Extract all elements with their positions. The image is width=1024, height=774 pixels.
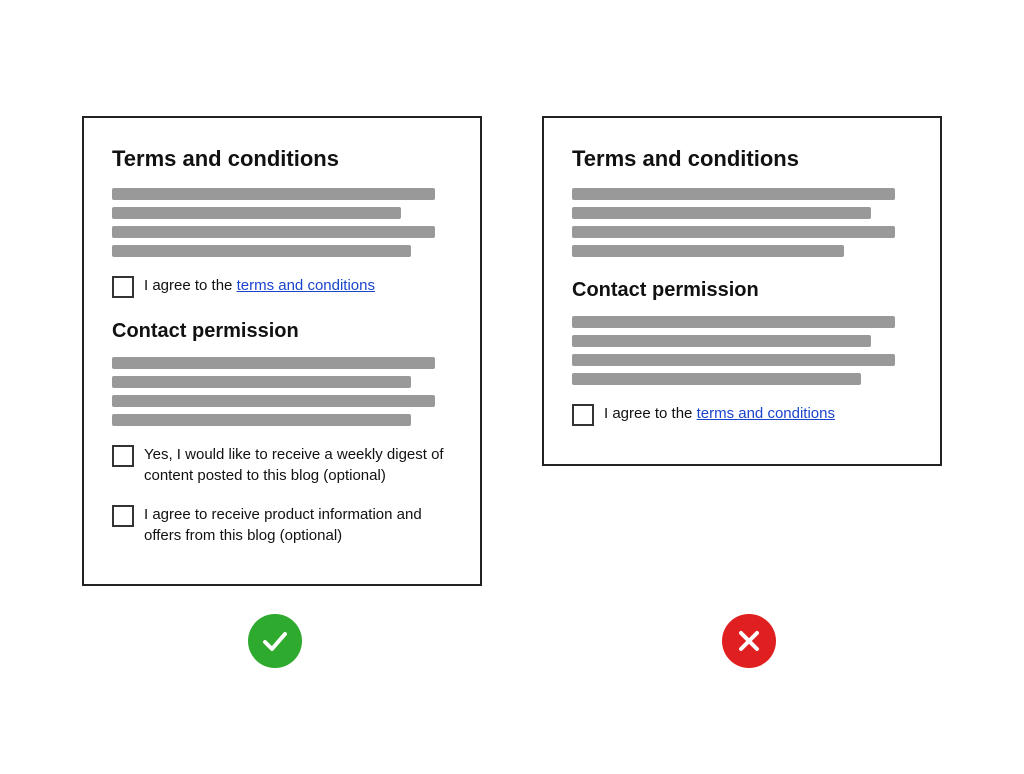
xmark-svg [733,625,765,657]
main-row: Terms and conditions I agree to the term… [42,86,982,586]
right-contact-title: Contact permission [572,279,912,302]
left-checkbox1-row: Yes, I would like to receive a weekly di… [112,444,452,486]
green-check-icon [248,614,302,668]
right-card: Terms and conditions Contact permission … [542,116,942,466]
left-agree-checkbox-row: I agree to the terms and conditions [112,275,452,298]
text-line [112,207,401,219]
right-agree-checkbox[interactable] [572,404,594,426]
right-card-title: Terms and conditions [572,146,912,172]
text-line [572,226,895,238]
right-contact-text-block [572,316,912,385]
text-line [572,207,871,219]
left-terms-text-block [112,188,452,257]
bottom-row [248,614,776,688]
text-line [112,226,435,238]
left-contact-text-block [112,357,452,426]
text-line [572,188,895,200]
checkmark-svg [259,625,291,657]
text-line [112,376,411,388]
text-line [572,316,895,328]
left-card: Terms and conditions I agree to the term… [82,116,482,586]
left-agree-label: I agree to the terms and conditions [144,275,375,296]
left-contact-title: Contact permission [112,320,452,343]
left-checkbox2[interactable] [112,505,134,527]
right-agree-checkbox-row: I agree to the terms and conditions [572,403,912,426]
right-terms-link[interactable]: terms and conditions [697,405,835,422]
text-line [112,245,411,257]
left-terms-link[interactable]: terms and conditions [237,277,375,294]
text-line [572,245,844,257]
text-line [112,357,435,369]
left-checkbox2-row: I agree to receive product information a… [112,504,452,546]
text-line [112,395,435,407]
text-line [112,414,411,426]
text-line [572,354,895,366]
left-card-title: Terms and conditions [112,146,452,172]
left-checkbox2-label: I agree to receive product information a… [144,504,452,546]
right-agree-label: I agree to the terms and conditions [604,403,835,424]
left-checkbox1[interactable] [112,445,134,467]
right-terms-text-block [572,188,912,257]
text-line [112,188,435,200]
text-line [572,335,871,347]
agree-text: I agree to the [144,277,237,294]
left-agree-checkbox[interactable] [112,276,134,298]
agree-text: I agree to the [604,405,697,422]
red-x-icon [722,614,776,668]
text-line [572,373,861,385]
left-checkbox1-label: Yes, I would like to receive a weekly di… [144,444,452,486]
